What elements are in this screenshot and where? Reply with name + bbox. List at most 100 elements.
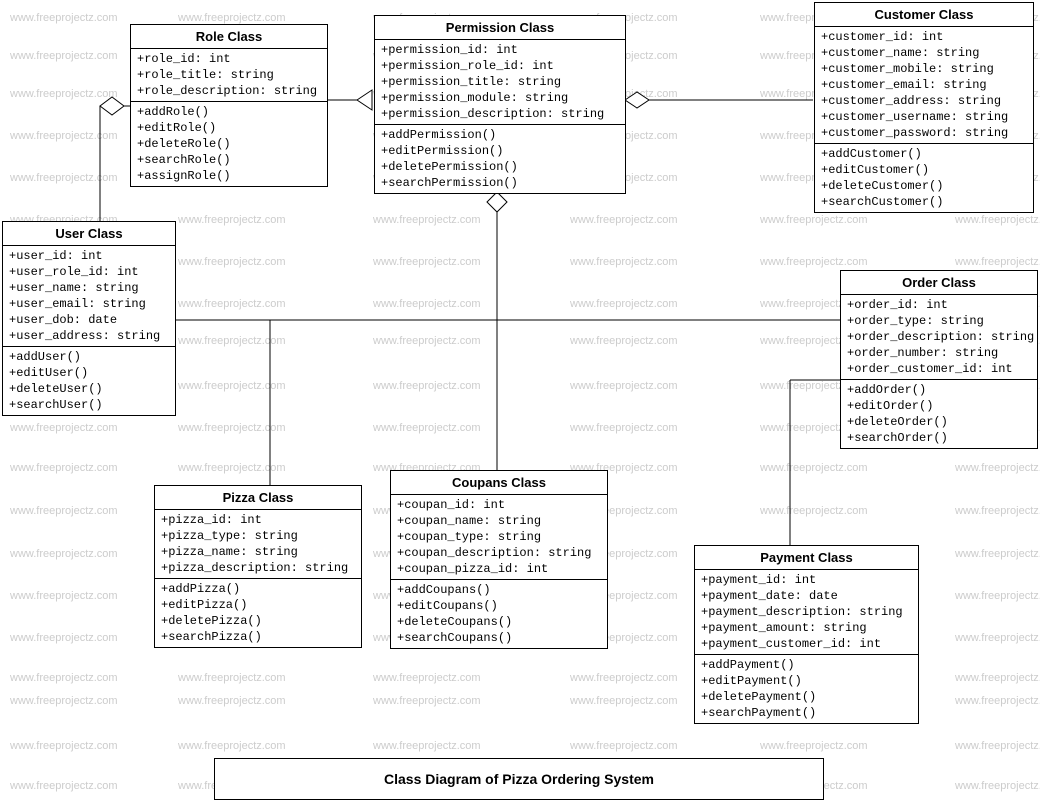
- uml-member: +addPizza(): [161, 581, 355, 597]
- uml-member: +addCustomer(): [821, 146, 1027, 162]
- uml-member: +editCoupans(): [397, 598, 601, 614]
- watermark: www.freeprojectz.com: [955, 672, 1040, 684]
- watermark: www.freeprojectz.com: [10, 740, 118, 752]
- watermark: www.freeprojectz.com: [373, 335, 481, 347]
- watermark: www.freeprojectz.com: [10, 548, 118, 560]
- class-ops: +addPizza()+editPizza()+deletePizza()+se…: [155, 579, 361, 647]
- watermark: www.freeprojectz.com: [373, 672, 481, 684]
- watermark: www.freeprojectz.com: [570, 672, 678, 684]
- watermark: www.freeprojectz.com: [570, 214, 678, 226]
- uml-member: +coupan_name: string: [397, 513, 601, 529]
- uml-member: +order_customer_id: int: [847, 361, 1031, 377]
- uml-member: +customer_mobile: string: [821, 61, 1027, 77]
- class-permission: Permission Class +permission_id: int+per…: [374, 15, 626, 194]
- class-title: Customer Class: [815, 3, 1033, 27]
- watermark: www.freeprojectz.com: [955, 780, 1040, 792]
- watermark: www.freeprojectz.com: [10, 462, 118, 474]
- uml-member: +payment_customer_id: int: [701, 636, 912, 652]
- uml-member: +user_dob: date: [9, 312, 169, 328]
- uml-member: +searchPermission(): [381, 175, 619, 191]
- uml-member: +deletePayment(): [701, 689, 912, 705]
- uml-member: +searchPayment(): [701, 705, 912, 721]
- watermark: www.freeprojectz.com: [955, 632, 1040, 644]
- class-ops: +addCoupans()+editCoupans()+deleteCoupan…: [391, 580, 607, 648]
- uml-member: +order_number: string: [847, 345, 1031, 361]
- watermark: www.freeprojectz.com: [10, 172, 118, 184]
- watermark: www.freeprojectz.com: [373, 740, 481, 752]
- class-title: User Class: [3, 222, 175, 246]
- uml-member: +searchCustomer(): [821, 194, 1027, 210]
- uml-member: +coupan_type: string: [397, 529, 601, 545]
- watermark: www.freeprojectz.com: [373, 214, 481, 226]
- uml-member: +deletePizza(): [161, 613, 355, 629]
- watermark: www.freeprojectz.com: [955, 214, 1040, 226]
- uml-member: +pizza_name: string: [161, 544, 355, 560]
- watermark: www.freeprojectz.com: [10, 422, 118, 434]
- class-title: Permission Class: [375, 16, 625, 40]
- uml-member: +editPizza(): [161, 597, 355, 613]
- watermark: www.freeprojectz.com: [570, 422, 678, 434]
- uml-member: +addPayment(): [701, 657, 912, 673]
- uml-member: +user_id: int: [9, 248, 169, 264]
- class-ops: +addUser()+editUser()+deleteUser()+searc…: [3, 347, 175, 415]
- watermark: www.freeprojectz.com: [373, 256, 481, 268]
- uml-member: +user_role_id: int: [9, 264, 169, 280]
- watermark: www.freeprojectz.com: [760, 214, 868, 226]
- watermark: www.freeprojectz.com: [373, 695, 481, 707]
- diagram-caption: Class Diagram of Pizza Ordering System: [214, 758, 824, 800]
- watermark: www.freeprojectz.com: [955, 740, 1040, 752]
- watermark: www.freeprojectz.com: [178, 695, 286, 707]
- uml-member: +searchCoupans(): [397, 630, 601, 646]
- class-title: Order Class: [841, 271, 1037, 295]
- uml-member: +customer_address: string: [821, 93, 1027, 109]
- uml-member: +editOrder(): [847, 398, 1031, 414]
- class-role: Role Class +role_id: int+role_title: str…: [130, 24, 328, 187]
- uml-member: +coupan_id: int: [397, 497, 601, 513]
- watermark: www.freeprojectz.com: [10, 672, 118, 684]
- uml-member: +assignRole(): [137, 168, 321, 184]
- uml-member: +user_email: string: [9, 296, 169, 312]
- uml-member: +permission_id: int: [381, 42, 619, 58]
- watermark: www.freeprojectz.com: [10, 632, 118, 644]
- uml-member: +payment_description: string: [701, 604, 912, 620]
- uml-member: +coupan_pizza_id: int: [397, 561, 601, 577]
- uml-member: +customer_username: string: [821, 109, 1027, 125]
- watermark: www.freeprojectz.com: [10, 590, 118, 602]
- watermark: www.freeprojectz.com: [570, 740, 678, 752]
- watermark: www.freeprojectz.com: [178, 672, 286, 684]
- watermark: www.freeprojectz.com: [760, 256, 868, 268]
- watermark: www.freeprojectz.com: [955, 695, 1040, 707]
- watermark: www.freeprojectz.com: [10, 130, 118, 142]
- class-ops: +addCustomer()+editCustomer()+deleteCust…: [815, 144, 1033, 212]
- watermark: www.freeprojectz.com: [178, 422, 286, 434]
- class-attrs: +role_id: int+role_title: string+role_de…: [131, 49, 327, 102]
- class-ops: +addOrder()+editOrder()+deleteOrder()+se…: [841, 380, 1037, 448]
- uml-member: +order_id: int: [847, 297, 1031, 313]
- watermark: www.freeprojectz.com: [10, 88, 118, 100]
- watermark: www.freeprojectz.com: [178, 740, 286, 752]
- uml-member: +role_description: string: [137, 83, 321, 99]
- watermark: www.freeprojectz.com: [373, 298, 481, 310]
- class-attrs: +coupan_id: int+coupan_name: string+coup…: [391, 495, 607, 580]
- uml-member: +addPermission(): [381, 127, 619, 143]
- watermark: www.freeprojectz.com: [373, 380, 481, 392]
- uml-member: +editRole(): [137, 120, 321, 136]
- watermark: www.freeprojectz.com: [178, 335, 286, 347]
- class-customer: Customer Class +customer_id: int +custome…: [814, 2, 1034, 213]
- uml-member: +addOrder(): [847, 382, 1031, 398]
- watermark: www.freeprojectz.com: [955, 590, 1040, 602]
- uml-member: +permission_role_id: int: [381, 58, 619, 74]
- watermark: www.freeprojectz.com: [760, 462, 868, 474]
- uml-member: +addCoupans(): [397, 582, 601, 598]
- uml-member: +editUser(): [9, 365, 169, 381]
- uml-member: +deleteCoupans(): [397, 614, 601, 630]
- watermark: www.freeprojectz.com: [373, 422, 481, 434]
- watermark: www.freeprojectz.com: [570, 298, 678, 310]
- class-title: Coupans Class: [391, 471, 607, 495]
- watermark: www.freeprojectz.com: [10, 50, 118, 62]
- uml-member: +deletePermission(): [381, 159, 619, 175]
- uml-member: +customer_id: int: [821, 29, 1027, 45]
- watermark: www.freeprojectz.com: [178, 462, 286, 474]
- watermark: www.freeprojectz.com: [178, 12, 286, 24]
- watermark: www.freeprojectz.com: [570, 335, 678, 347]
